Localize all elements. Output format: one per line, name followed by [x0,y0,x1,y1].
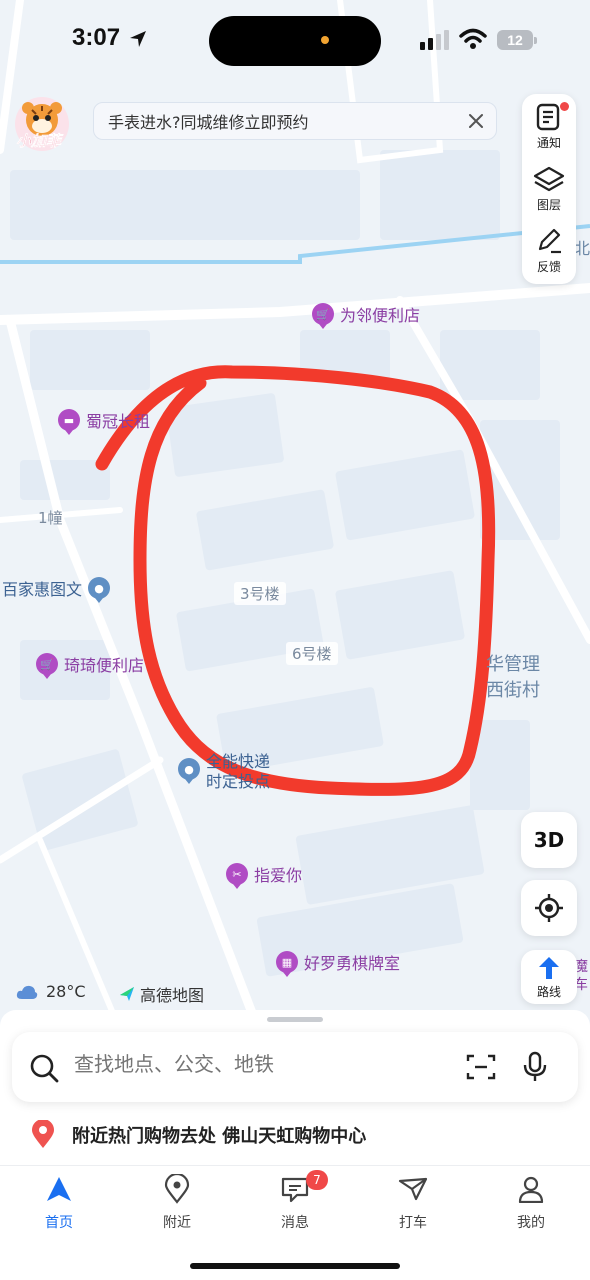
tab-nearby[interactable]: 附近 [137,1172,217,1232]
dynamic-island [209,16,381,66]
poi-shuguan[interactable]: ▬ 蜀冠长租 [58,408,150,435]
amap-logo-icon [120,987,134,1001]
avatar-label: 小加菲 [16,132,62,150]
cloud-icon [16,985,38,999]
tab-taxi[interactable]: 打车 [373,1172,453,1232]
user-icon [518,1176,544,1203]
microphone-icon[interactable] [522,1051,548,1083]
route-arrow-icon [539,956,559,979]
taxi-icon [398,1177,428,1201]
layers-icon [533,166,565,192]
poi-express-point[interactable]: ● 全能快递 时定投点 [178,752,270,792]
location-arrow-icon [130,31,146,47]
nearby-suggestion[interactable]: 附近热门购物去处 佛山天虹购物中心 [30,1120,366,1150]
map-tools-panel: 通知 图层 反馈 [522,94,576,284]
map-view[interactable]: 🛒 为邻便利店 ▬ 蜀冠长租 1幢 ● 百家惠图文 🛒 琦琦便利店 3号楼 6号… [0,0,590,1165]
building-label: 6号楼 [286,642,338,665]
scan-icon[interactable] [466,1053,496,1081]
clock: 3:07 [72,24,121,51]
scissors-icon: ✂ [226,863,248,889]
feedback-icon [538,228,561,254]
tab-home[interactable]: 首页 [19,1172,99,1232]
banner-text: 手表进水?同城维修立即预约 [108,113,309,132]
navigation-arrow-icon [47,1177,71,1201]
shop-icon: 🛒 [312,303,334,329]
home-indicator [190,1263,400,1269]
sheet-handle[interactable] [267,1017,323,1022]
brand-logo: 高德地图 [118,982,204,1006]
message-badge: 7 [306,1170,328,1190]
poi-weilin-store[interactable]: 🛒 为邻便利店 [312,302,420,329]
shop-icon: 🛒 [36,653,58,679]
notice-icon [536,103,560,131]
search-icon [30,1054,59,1083]
close-icon[interactable] [466,111,486,131]
poi-chess-room[interactable]: ▦ 好罗勇棋牌室 [276,950,400,977]
locate-me-button[interactable] [521,880,577,936]
location-pin-icon: ● [88,577,111,603]
feedback-button[interactable]: 反馈 [522,220,576,282]
search-bar[interactable] [12,1032,578,1102]
location-pin-icon: ● [178,758,200,784]
promo-banner[interactable]: 手表进水?同城维修立即预约 [93,102,497,140]
layers-button[interactable]: 图层 [522,158,576,220]
wifi-icon [459,28,487,49]
hotel-icon: ▬ [58,409,80,435]
status-bar: 3:07 12 [0,0,590,80]
weather-widget[interactable]: 28°C [16,982,86,1001]
tab-profile[interactable]: 我的 [491,1172,571,1232]
poi-qiqi-store[interactable]: 🛒 琦琦便利店 [36,652,144,679]
search-input[interactable] [74,1054,444,1077]
building-label: 1幢 [38,509,63,527]
edge-label: 北 [574,239,590,258]
crosshair-icon [535,894,563,922]
notification-dot [560,102,569,111]
poi-zhiaini[interactable]: ✂ 指爱你 [226,862,302,889]
poi-baijiahui[interactable]: ● 百家惠图文 [2,576,111,603]
3d-toggle-button[interactable]: 3D [521,812,577,868]
location-pin-icon [32,1120,54,1148]
area-label: 华管理 西街村 [486,654,540,701]
route-button[interactable]: 路线 [521,950,577,1004]
building-label: 3号楼 [234,582,286,605]
game-icon: ▦ [276,951,298,977]
battery-icon: 12 [497,30,537,50]
privacy-dot [321,36,329,44]
location-pin-outline-icon [164,1174,190,1204]
signal-icon [420,30,449,50]
